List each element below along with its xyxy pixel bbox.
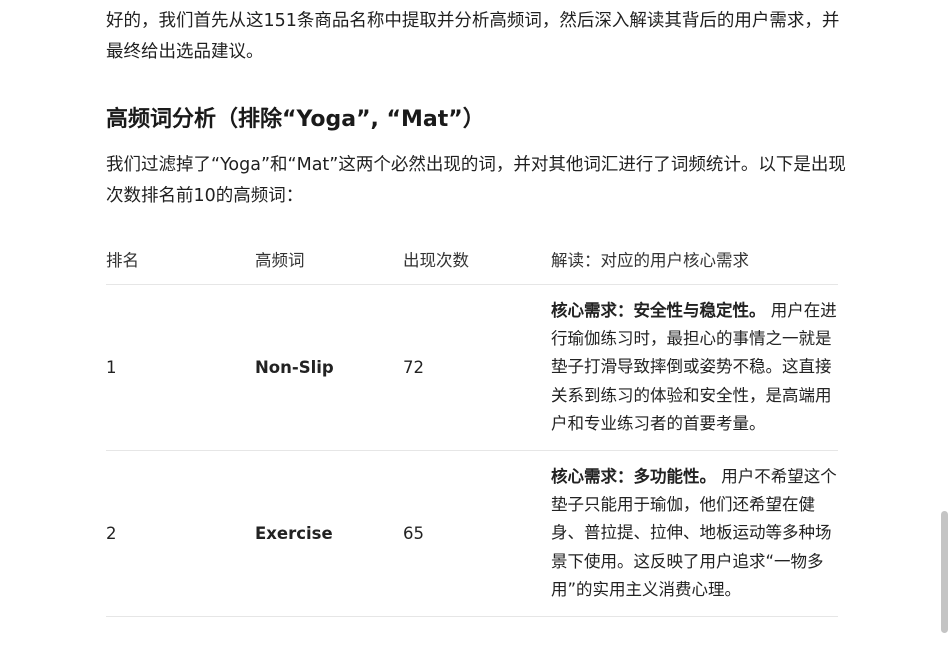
chat-page: 好的，我们首先从这151条商品名称中提取并分析高频词，然后深入解读其背后的用户需… [0,0,950,652]
need-text: 用户在进行瑜伽练习时，最担心的事情之一就是垫子打滑导致摔倒或姿势不稳。这直接关系… [551,301,837,433]
header-rank: 排名 [106,234,255,285]
scrollbar-thumb[interactable] [941,511,948,633]
word-cell: Non-Slip [255,284,403,452]
table-row: 2 Exercise 65 核心需求：多功能性。 用户不希望这个垫子只能用于瑜伽… [106,450,838,618]
need-cell: 核心需求：多功能性。 用户不希望这个垫子只能用于瑜伽，他们还希望在健身、普拉提、… [551,450,838,618]
need-cell: 核心需求：安全性与稳定性。 用户在进行瑜伽练习时，最担心的事情之一就是垫子打滑导… [551,284,838,452]
need-label: 核心需求：安全性与稳定性。 [551,301,766,320]
table-row: 1 Non-Slip 72 核心需求：安全性与稳定性。 用户在进行瑜伽练习时，最… [106,284,838,452]
header-count: 出现次数 [403,234,551,285]
need-label: 核心需求：多功能性。 [551,467,716,487]
need-text: 用户不希望这个垫子只能用于瑜伽，他们还希望在健身、普拉提、拉伸、地板运动等多种场… [551,467,837,599]
header-word: 高频词 [255,234,403,285]
table-header-row: 排名 高频词 出现次数 解读：对应的用户核心需求 [106,234,838,285]
rank-cell: 2 [106,450,255,618]
header-need: 解读：对应的用户核心需求 [551,234,838,285]
intro-paragraph: 好的，我们首先从这151条商品名称中提取并分析高频词，然后深入解读其背后的用户需… [106,11,840,62]
rank-cell: 1 [106,284,255,452]
word-cell: Exercise [255,450,403,618]
filter-paragraph: 我们过滤掉了“Yoga”和“Mat”这两个必然出现的词，并对其他词汇进行了词频统… [106,155,846,206]
response-content: 好的，我们首先从这151条商品名称中提取并分析高频词，然后深入解读其背后的用户需… [106,6,846,618]
count-cell: 72 [403,284,551,452]
section-heading: 高频词分析（排除“Yoga”, “Mat”） [106,107,485,132]
count-cell: 65 [403,450,551,618]
frequency-table: 排名 高频词 出现次数 解读：对应的用户核心需求 1 Non-Slip 72 核… [106,234,838,618]
